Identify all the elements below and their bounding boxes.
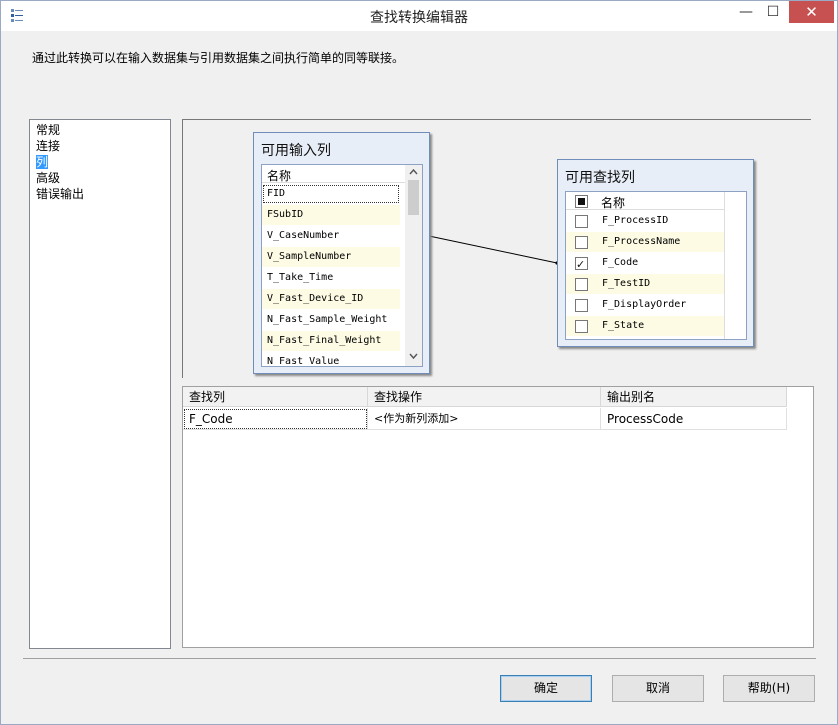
input-column-row[interactable]: FID xyxy=(262,184,400,204)
nav-item-advanced[interactable]: 高级 xyxy=(36,171,60,185)
close-button[interactable]: ✕ xyxy=(789,1,834,23)
grid-cell-output-alias[interactable]: ProcessCode xyxy=(601,408,787,430)
input-column-row[interactable]: V_SampleNumber xyxy=(262,247,400,267)
input-columns-header-label: 名称 xyxy=(267,169,292,183)
input-column-name: V_CaseNumber xyxy=(267,230,340,241)
input-column-name: N_Fast_Value xyxy=(267,356,340,367)
maximize-button[interactable]: ☐ xyxy=(758,1,788,23)
lookup-column-row[interactable]: F_TestID xyxy=(566,274,724,294)
lookup-column-checkbox[interactable] xyxy=(575,320,588,333)
ok-button[interactable]: 确定 xyxy=(500,675,592,702)
minimize-button[interactable]: — xyxy=(731,1,761,23)
select-all-checkbox[interactable] xyxy=(575,195,588,208)
lookup-column-row[interactable]: F_ProcessName xyxy=(566,232,724,252)
input-column-row[interactable]: V_Fast_Device_ID xyxy=(262,289,400,309)
lookup-column-checkbox[interactable] xyxy=(575,255,588,275)
lookup-column-checkbox[interactable] xyxy=(575,236,588,249)
nav-item-error-output[interactable]: 错误输出 xyxy=(36,187,84,201)
input-column-name: V_Fast_Device_ID xyxy=(267,293,364,304)
help-button[interactable]: 帮助(H) xyxy=(723,675,815,702)
input-column-row[interactable]: T_Take_Time xyxy=(262,268,400,288)
input-column-name: FSubID xyxy=(267,209,304,220)
lookup-column-row[interactable]: F_State xyxy=(566,316,724,336)
grid-header-lookup-operation: 查找操作 xyxy=(368,387,601,407)
lookup-columns-header-label: 名称 xyxy=(601,196,626,210)
lookup-columns-title: 可用查找列 xyxy=(565,170,635,186)
title-bar: 查找转换编辑器 — ☐ ✕ xyxy=(1,1,837,31)
lookup-column-name: F_Code xyxy=(602,257,639,268)
lookup-columns-header: 名称 xyxy=(566,192,726,210)
grid-header-output-alias: 输出别名 xyxy=(601,387,787,407)
description-area: 通过此转换可以在输入数据集与引用数据集之间执行简单的同等联接。 xyxy=(1,31,837,115)
grid-cell-lookup-operation[interactable]: <作为新列添加> xyxy=(368,408,601,430)
input-columns-title: 可用输入列 xyxy=(261,143,331,159)
input-column-row[interactable]: N_Fast_Final_Weight xyxy=(262,331,400,351)
input-columns-table: 可用输入列 名称 FID FSubID V_CaseNumber V_Sampl… xyxy=(253,132,430,374)
input-column-name: FID xyxy=(267,188,286,199)
lookup-column-row[interactable]: F_ProcessID xyxy=(566,211,724,231)
window-title: 查找转换编辑器 xyxy=(370,10,468,26)
lookup-column-name: F_ProcessName xyxy=(602,236,681,247)
scroll-thumb[interactable] xyxy=(408,180,419,215)
nav-item-connection[interactable]: 连接 xyxy=(36,139,60,153)
lookup-columns-table: 可用查找列 名称 F_ProcessID F_ProcessName F_Cod… xyxy=(557,159,754,347)
input-column-name: V_SampleNumber xyxy=(267,251,352,262)
cancel-button[interactable]: 取消 xyxy=(612,675,704,702)
scroll-up-icon[interactable] xyxy=(409,168,418,175)
input-columns-header: 名称 xyxy=(262,165,405,183)
input-column-name: T_Take_Time xyxy=(267,272,334,283)
input-column-row[interactable]: FSubID xyxy=(262,205,400,225)
lookup-column-row[interactable]: F_DisplayOrder xyxy=(566,295,724,315)
scroll-down-icon[interactable] xyxy=(409,353,418,360)
lookup-columns-filler xyxy=(724,192,746,339)
input-column-name: N_Fast_Sample_Weight xyxy=(267,314,388,325)
input-columns-scrollbar[interactable] xyxy=(405,165,422,366)
lookup-column-checkbox[interactable] xyxy=(575,299,588,312)
input-column-row[interactable]: N_Fast_Value xyxy=(262,352,400,367)
lookup-column-name: F_TestID xyxy=(602,278,651,289)
input-columns-list: 名称 FID FSubID V_CaseNumber V_SampleNumbe… xyxy=(261,164,423,367)
lookup-column-name: F_ProcessID xyxy=(602,215,669,226)
grid-cell-lookup-column[interactable]: F_Code xyxy=(183,408,368,430)
nav-item-general[interactable]: 常规 xyxy=(36,123,60,137)
lookup-column-row[interactable]: F_Code xyxy=(566,253,724,275)
lookup-column-name: F_DisplayOrder xyxy=(602,299,687,310)
column-mapping-area: 可用输入列 名称 FID FSubID V_CaseNumber V_Sampl… xyxy=(182,119,811,378)
description-text: 通过此转换可以在输入数据集与引用数据集之间执行简单的同等联接。 xyxy=(32,51,405,65)
input-column-row[interactable]: N_Fast_Sample_Weight xyxy=(262,310,400,330)
lookup-column-checkbox[interactable] xyxy=(575,278,588,291)
input-column-name: N_Fast_Final_Weight xyxy=(267,335,382,346)
grid-header-lookup-column: 查找列 xyxy=(183,387,368,407)
footer-separator xyxy=(23,658,816,659)
nav-item-columns[interactable]: 列 xyxy=(36,155,49,169)
lookup-mapping-grid: 查找列 查找操作 输出别名 F_Code <作为新列添加> ProcessCod… xyxy=(182,386,814,648)
lookup-column-name: F_State xyxy=(602,320,645,331)
lookup-editor-window: 查找转换编辑器 — ☐ ✕ 通过此转换可以在输入数据集与引用数据集之间执行简单的… xyxy=(0,0,838,725)
input-column-row[interactable]: V_CaseNumber xyxy=(262,226,400,246)
lookup-columns-list: 名称 F_ProcessID F_ProcessName F_Code F_Te… xyxy=(565,191,747,340)
nav-list: 常规 连接 列 高级 错误输出 xyxy=(29,119,171,649)
lookup-column-checkbox[interactable] xyxy=(575,215,588,228)
